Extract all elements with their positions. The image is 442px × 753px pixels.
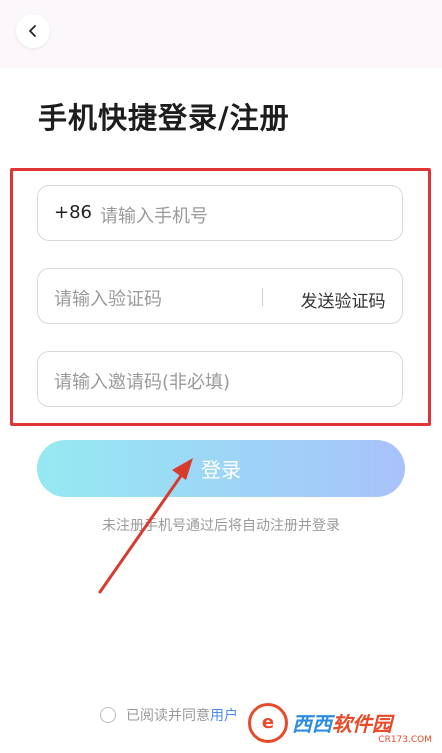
watermark-brand-a: 西西 [292, 712, 332, 736]
top-bar [0, 0, 442, 68]
page-title: 手机快捷登录/注册 [38, 101, 290, 135]
chevron-left-icon [29, 25, 36, 37]
register-hint: 未注册手机号通过后将自动注册并登录 [102, 518, 340, 534]
login-button[interactable]: 登录 [37, 440, 405, 497]
back-button[interactable] [16, 14, 50, 48]
watermark: e 西西软件园 CR173.COM [248, 700, 438, 745]
watermark-brand: 西西软件园 [292, 708, 392, 737]
agree-checkbox[interactable] [100, 707, 116, 723]
highlight-box [10, 168, 431, 426]
watermark-url: CR173.COM [378, 735, 432, 745]
agreement-text: 已阅读并同意 [126, 708, 210, 724]
watermark-brand-b: 软件园 [332, 712, 392, 736]
user-agreement-link[interactable]: 用户 [210, 705, 238, 725]
agreement: 已阅读并同意 用户 [100, 705, 238, 725]
watermark-logo-icon: e [248, 702, 288, 743]
